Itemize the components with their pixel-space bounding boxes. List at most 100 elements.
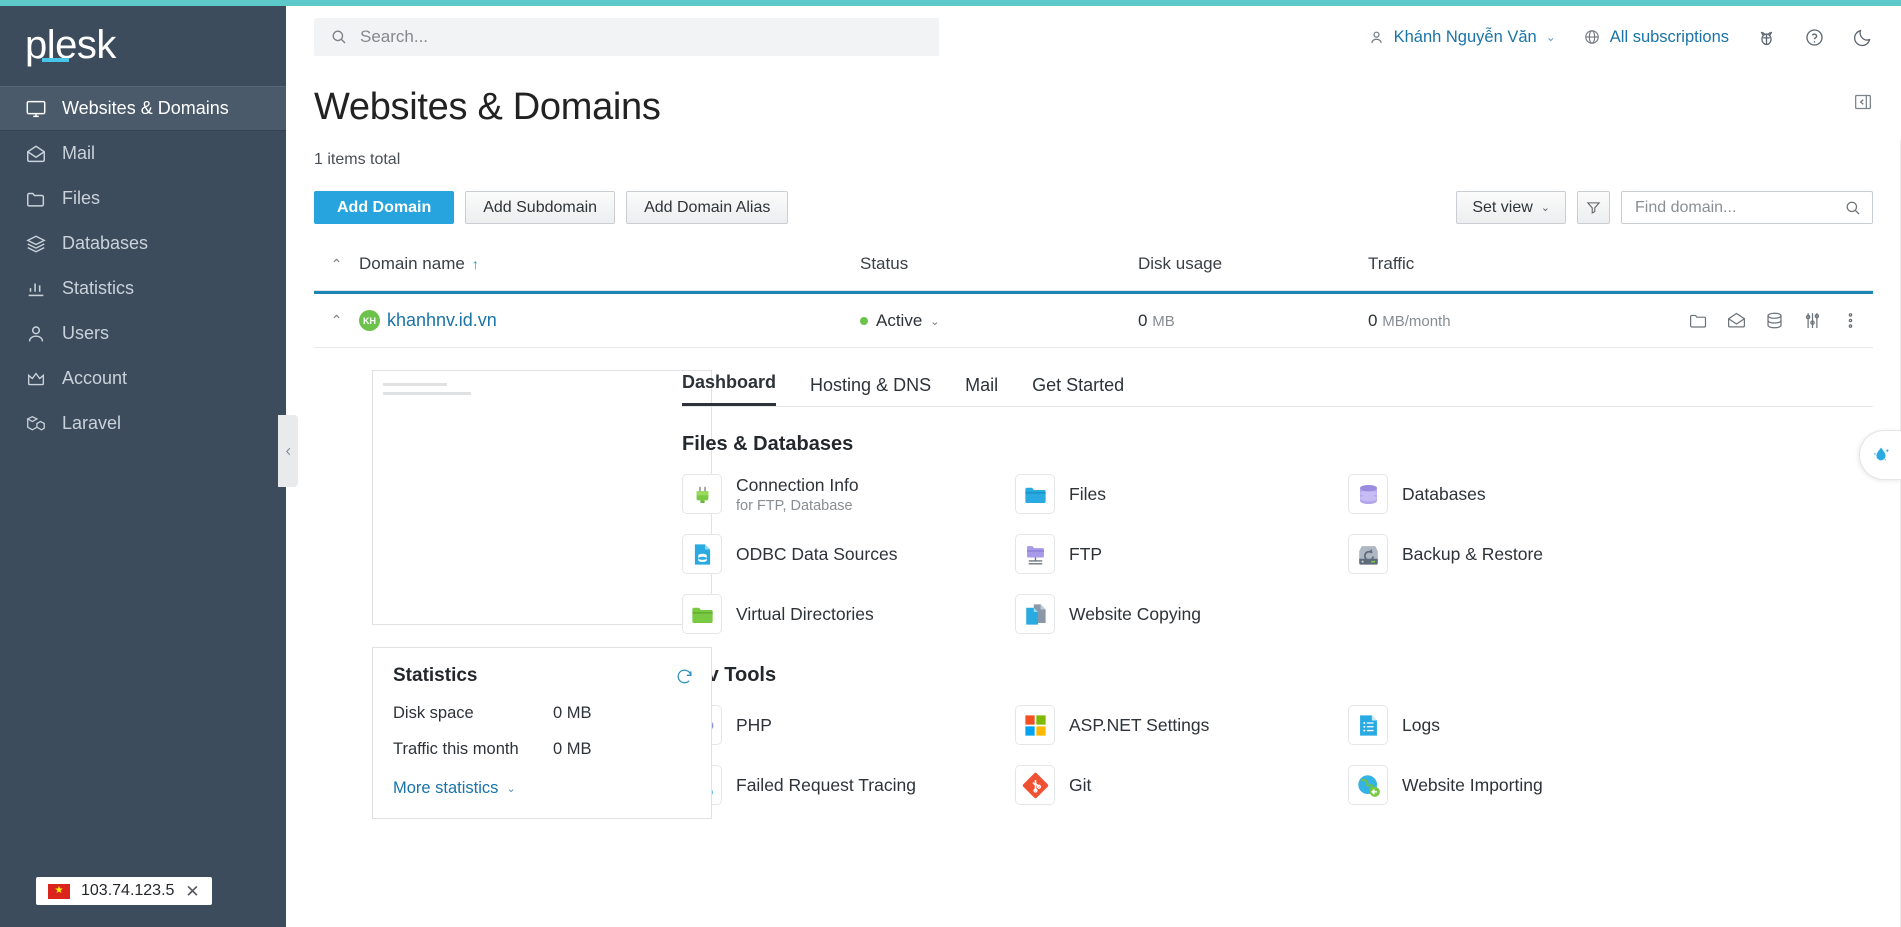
ip-badge[interactable]: ★ 103.74.123.5 ✕ — [36, 877, 212, 905]
tool-php[interactable]: php PHP — [682, 701, 1015, 749]
sidebar-label: Users — [62, 323, 109, 344]
tool-ftp[interactable]: FTP — [1015, 530, 1348, 578]
add-subdomain-button[interactable]: Add Subdomain — [465, 191, 615, 224]
bug-icon[interactable] — [1756, 27, 1777, 48]
all-subscriptions-label: All subscriptions — [1610, 28, 1729, 47]
vietnam-flag-icon: ★ — [48, 884, 70, 899]
folder-icon — [25, 188, 47, 210]
tab-mail[interactable]: Mail — [965, 375, 998, 406]
sidebar-item-laravel[interactable]: Laravel — [0, 401, 286, 446]
folder-icon[interactable] — [1688, 310, 1709, 331]
disk-unit: MB — [1152, 313, 1175, 330]
tool-databases[interactable]: Databases — [1348, 470, 1873, 518]
tool-text: Website Importing — [1402, 775, 1543, 796]
table-header: ⌃ Domain name ↑ Status Disk usage Traffi… — [314, 254, 1873, 291]
sidebar-item-databases[interactable]: Databases — [0, 221, 286, 266]
table-row[interactable]: ⌃ KH khanhnv.id.vn Active ⌄ 0 MB — [314, 291, 1873, 347]
tab-dashboard[interactable]: Dashboard — [682, 372, 776, 406]
more-statistics-link[interactable]: More statistics ⌄ — [393, 779, 516, 798]
sidebar-item-account[interactable]: Account — [0, 356, 286, 401]
plesk-app: plesk Websites & Domains Mail Files — [0, 0, 1901, 927]
row-status-cell: Active ⌄ — [860, 310, 1138, 331]
filter-button[interactable] — [1577, 191, 1610, 224]
tool-text: Databases — [1402, 484, 1486, 505]
sidebar-item-mail[interactable]: Mail — [0, 131, 286, 176]
row-expand-toggle[interactable]: ⌃ — [314, 312, 359, 329]
more-vertical-icon[interactable] — [1840, 310, 1861, 331]
sidebar-label: Laravel — [62, 413, 121, 434]
stat-value: 0 MB — [553, 704, 592, 723]
help-icon[interactable] — [1804, 27, 1825, 48]
tool-logs[interactable]: Logs — [1348, 701, 1873, 749]
sidebar-label: Databases — [62, 233, 148, 254]
tool-label: Git — [1069, 775, 1091, 795]
top-accent-strip — [0, 0, 1901, 6]
tool-text: Website Copying — [1069, 604, 1201, 625]
tool-virtual-directories[interactable]: Virtual Directories — [682, 590, 1015, 638]
tool-label: Connection Info — [736, 475, 859, 495]
sidebar-item-websites-domains[interactable]: Websites & Domains — [0, 86, 286, 131]
more-statistics-label: More statistics — [393, 779, 498, 798]
tool-label: Website Importing — [1402, 775, 1543, 795]
stat-value: 0 MB — [553, 740, 592, 759]
sidebar: plesk Websites & Domains Mail Files — [0, 0, 286, 927]
settings-sliders-icon[interactable] — [1802, 310, 1823, 331]
tool-website-copying[interactable]: Website Copying — [1015, 590, 1348, 638]
tool-label: ASP.NET Settings — [1069, 715, 1209, 735]
panel-collapse-icon — [1853, 92, 1873, 112]
website-preview-thumbnail[interactable] — [372, 370, 712, 625]
sidebar-item-users[interactable]: Users — [0, 311, 286, 356]
tool-backup-restore[interactable]: Backup & Restore — [1348, 530, 1873, 578]
sidebar-nav: Websites & Domains Mail Files Databases — [0, 86, 286, 446]
tab-hosting-dns[interactable]: Hosting & DNS — [810, 375, 931, 406]
tool-website-importing[interactable]: Website Importing — [1348, 761, 1873, 809]
sidebar-item-statistics[interactable]: Statistics — [0, 266, 286, 311]
sidebar-label: Files — [62, 188, 100, 209]
tool-label: FTP — [1069, 544, 1102, 564]
add-domain-alias-button[interactable]: Add Domain Alias — [626, 191, 788, 224]
add-domain-button[interactable]: Add Domain — [314, 191, 454, 224]
user-menu[interactable]: Khánh Nguyễn Văn ⌄ — [1368, 28, 1556, 47]
water-drop-widget[interactable] — [1859, 430, 1901, 480]
domain-name-link[interactable]: khanhnv.id.vn — [387, 310, 497, 331]
dark-mode-icon[interactable] — [1852, 27, 1873, 48]
topbar-right: Khánh Nguyễn Văn ⌄ All subscriptions — [1368, 27, 1873, 48]
panel-collapse-button[interactable] — [1853, 92, 1873, 112]
odbc-document-icon — [682, 534, 722, 574]
chevron-left-icon — [283, 446, 294, 457]
logo[interactable]: plesk — [0, 6, 286, 84]
sidebar-item-files[interactable]: Files — [0, 176, 286, 221]
row-disk-cell: 0 MB — [1138, 311, 1368, 331]
all-subscriptions-menu[interactable]: All subscriptions — [1583, 28, 1729, 47]
set-view-button[interactable]: Set view ⌄ — [1456, 191, 1566, 224]
tool-text: Backup & Restore — [1402, 544, 1543, 565]
global-search-input[interactable]: Search... — [314, 18, 939, 56]
tool-aspnet-settings[interactable]: ASP.NET Settings — [1015, 701, 1348, 749]
column-disk-usage[interactable]: Disk usage — [1138, 254, 1368, 274]
column-domain-name[interactable]: Domain name ↑ — [359, 254, 860, 274]
find-domain-input[interactable]: Find domain... — [1621, 191, 1873, 224]
tool-odbc-data-sources[interactable]: ODBC Data Sources — [682, 530, 1015, 578]
copy-pages-icon — [1015, 594, 1055, 634]
database-icon[interactable] — [1764, 310, 1785, 331]
tool-git[interactable]: Git — [1015, 761, 1348, 809]
chevron-down-icon: ⌄ — [1541, 201, 1550, 214]
traffic-unit: MB/month — [1382, 313, 1450, 330]
topbar: Search... Khánh Nguyễn Văn ⌄ All subscri… — [286, 6, 1901, 68]
tool-files[interactable]: Files — [1015, 470, 1348, 518]
user-icon — [1368, 29, 1385, 46]
column-traffic[interactable]: Traffic — [1368, 254, 1658, 274]
toolbar: Add Domain Add Subdomain Add Domain Alia… — [314, 191, 1873, 224]
column-status[interactable]: Status — [860, 254, 1138, 274]
blue-folder-icon — [1015, 474, 1055, 514]
refresh-icon[interactable] — [675, 667, 694, 686]
status-label: Active — [876, 311, 922, 331]
tool-failed-request-tracing[interactable]: Failed Request Tracing — [682, 761, 1015, 809]
status-badge[interactable]: Active ⌄ — [860, 311, 940, 331]
tool-connection-info[interactable]: Connection Info for FTP, Database — [682, 470, 1015, 518]
sidebar-collapse-handle[interactable] — [278, 415, 298, 487]
mail-icon[interactable] — [1726, 310, 1747, 331]
tab-get-started[interactable]: Get Started — [1032, 375, 1124, 406]
collapse-all-toggle[interactable]: ⌃ — [314, 256, 359, 273]
close-icon[interactable]: ✕ — [185, 883, 199, 900]
